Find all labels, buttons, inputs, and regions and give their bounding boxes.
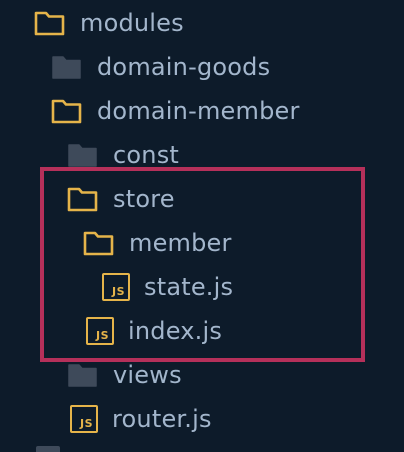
tree-item-label: router.js xyxy=(112,405,212,433)
js-file-icon: JS xyxy=(70,405,98,433)
folder-closed-icon xyxy=(51,53,83,81)
tree-item-label: store xyxy=(113,185,175,213)
folder-open-icon xyxy=(34,9,66,37)
folder-closed-icon xyxy=(36,446,60,452)
tree-item-views[interactable]: views xyxy=(67,357,182,393)
file-tree: modules domain-goods domain-member const… xyxy=(0,0,404,452)
tree-item-router-js[interactable]: JS router.js xyxy=(70,401,212,437)
tree-item-label: state.js xyxy=(144,273,234,301)
tree-item-label: domain-member xyxy=(97,97,300,125)
tree-item-index-js[interactable]: JS index.js xyxy=(86,313,222,349)
tree-item-store[interactable]: store xyxy=(67,181,175,217)
tree-item-state-js[interactable]: JS state.js xyxy=(102,269,233,305)
tree-item-label: modules xyxy=(80,9,184,37)
tree-item-label: domain-goods xyxy=(97,53,271,81)
tree-item-const[interactable]: const xyxy=(67,137,179,173)
js-file-icon: JS xyxy=(86,317,114,345)
tree-item-label: views xyxy=(113,361,182,389)
folder-open-icon xyxy=(51,97,83,125)
js-badge-text: JS xyxy=(95,329,109,342)
tree-item-member[interactable]: member xyxy=(83,225,232,261)
tree-item-label: const xyxy=(113,141,180,169)
folder-open-icon xyxy=(83,229,115,257)
folder-open-icon xyxy=(67,185,99,213)
tree-item-label: member xyxy=(129,229,232,257)
tree-item-modules[interactable]: modules xyxy=(34,5,184,41)
js-badge-text: JS xyxy=(79,417,93,430)
js-badge-text: JS xyxy=(111,285,125,298)
tree-item-label: index.js xyxy=(128,317,223,345)
folder-closed-icon xyxy=(67,361,99,389)
tree-item-domain-goods[interactable]: domain-goods xyxy=(51,49,270,85)
folder-closed-icon xyxy=(67,141,99,169)
js-file-icon: JS xyxy=(102,273,130,301)
tree-item-domain-member[interactable]: domain-member xyxy=(51,93,300,129)
